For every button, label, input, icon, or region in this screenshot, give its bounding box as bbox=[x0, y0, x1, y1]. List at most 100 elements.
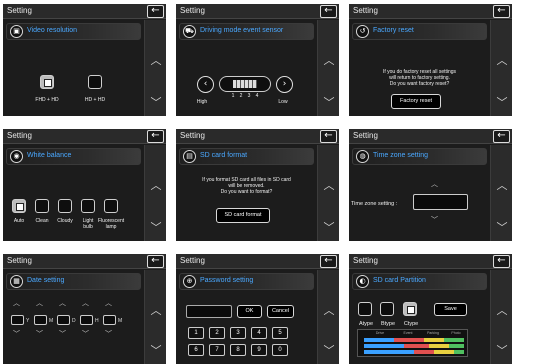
decrement-icon[interactable]: ﹀ bbox=[105, 329, 112, 339]
chevron-up-icon[interactable]: ︿ bbox=[495, 179, 509, 193]
chevron-down-icon[interactable]: ﹀ bbox=[322, 221, 336, 235]
option-ctype[interactable] bbox=[403, 302, 417, 316]
car-icon: ⛟ bbox=[183, 25, 196, 38]
chevron-down-icon[interactable]: ﹀ bbox=[149, 344, 163, 358]
option-btype[interactable] bbox=[380, 302, 394, 316]
lock-icon: ⊕ bbox=[183, 275, 196, 288]
decrement-icon[interactable]: ﹀ bbox=[59, 329, 66, 339]
title-text: Setting bbox=[353, 256, 378, 265]
increment-icon[interactable]: ︿ bbox=[82, 298, 89, 308]
time-zone-field[interactable] bbox=[413, 194, 468, 210]
title-bar: Setting ← bbox=[349, 4, 512, 19]
minute-label: M bbox=[118, 318, 123, 324]
chevron-up-icon[interactable]: ︿ bbox=[322, 54, 336, 68]
section-title: White balance bbox=[27, 152, 72, 159]
option-auto[interactable] bbox=[12, 199, 26, 213]
option-atype[interactable] bbox=[358, 302, 372, 316]
chevron-up-icon[interactable]: ︿ bbox=[495, 304, 509, 318]
keypad-key[interactable]: 0 bbox=[272, 344, 288, 356]
cancel-button[interactable]: Cancel bbox=[267, 305, 294, 318]
back-icon[interactable]: ← bbox=[493, 130, 510, 143]
title-text: Setting bbox=[7, 6, 32, 15]
chevron-down-icon[interactable]: ﹀ bbox=[149, 96, 163, 110]
section-header: ⛟ Driving mode event sensor bbox=[179, 23, 314, 40]
chevron-up-icon[interactable]: ︿ bbox=[322, 304, 336, 318]
chevron-down-icon[interactable]: ﹀ bbox=[495, 221, 509, 235]
scroll-sidebar: ︿ ﹀ bbox=[317, 270, 339, 364]
year-field[interactable] bbox=[11, 315, 24, 325]
day-field[interactable] bbox=[57, 315, 70, 325]
keypad-key[interactable]: 5 bbox=[272, 327, 288, 339]
increment-icon[interactable]: ︿ bbox=[36, 298, 43, 308]
row-c-bar bbox=[364, 350, 464, 354]
keypad-key[interactable]: 4 bbox=[251, 327, 267, 339]
option-label: FHD + HD bbox=[35, 97, 59, 103]
ok-button[interactable]: OK bbox=[237, 305, 262, 318]
password-field[interactable] bbox=[186, 305, 232, 318]
increment-icon[interactable]: ︿ bbox=[105, 298, 112, 308]
back-icon[interactable]: ← bbox=[320, 130, 337, 143]
hour-field[interactable] bbox=[80, 315, 93, 325]
option-fhd-hd[interactable] bbox=[40, 75, 54, 89]
decrement-icon[interactable]: ﹀ bbox=[431, 215, 438, 225]
save-button[interactable]: Save bbox=[434, 303, 467, 316]
increment-icon[interactable]: ︿ bbox=[59, 298, 66, 308]
option-hd-hd[interactable] bbox=[88, 75, 102, 89]
keypad-key[interactable]: 7 bbox=[209, 344, 225, 356]
decrement-icon[interactable]: ﹀ bbox=[13, 329, 20, 339]
keypad-key[interactable]: 6 bbox=[188, 344, 204, 356]
chevron-down-icon[interactable]: ﹀ bbox=[322, 96, 336, 110]
option-clean[interactable] bbox=[35, 199, 49, 213]
title-text: Setting bbox=[180, 6, 205, 15]
chevron-up-icon[interactable]: ︿ bbox=[149, 304, 163, 318]
factory-reset-button[interactable]: Factory reset bbox=[391, 94, 441, 109]
section-title: Password setting bbox=[200, 277, 254, 284]
decrement-icon[interactable]: ﹀ bbox=[36, 329, 43, 339]
chevron-down-icon[interactable]: ﹀ bbox=[495, 344, 509, 358]
back-icon[interactable]: ← bbox=[320, 5, 337, 18]
back-icon[interactable]: ← bbox=[147, 130, 164, 143]
table-head: Event bbox=[403, 331, 413, 335]
chevron-down-icon[interactable]: ﹀ bbox=[149, 221, 163, 235]
keypad-key[interactable]: 3 bbox=[230, 327, 246, 339]
keypad-key[interactable]: 2 bbox=[209, 327, 225, 339]
chevron-up-icon[interactable]: ︿ bbox=[149, 179, 163, 193]
decrease-button[interactable]: ‹ bbox=[197, 76, 214, 93]
keypad-key[interactable]: 9 bbox=[251, 344, 267, 356]
message-line: Do you want factory reset? bbox=[389, 81, 450, 87]
back-icon[interactable]: ← bbox=[147, 255, 164, 268]
panel-driving-mode: Setting ← ⛟ Driving mode event sensor ︿ ﹀ ‹… bbox=[176, 4, 339, 116]
increment-icon[interactable]: ︿ bbox=[431, 179, 438, 189]
option-light-bulb[interactable] bbox=[81, 199, 95, 213]
increase-button[interactable]: › bbox=[276, 76, 293, 93]
increment-icon[interactable]: ︿ bbox=[13, 298, 20, 308]
keypad-key[interactable]: 8 bbox=[230, 344, 246, 356]
keypad-key[interactable]: 1 bbox=[188, 327, 204, 339]
back-icon[interactable]: ← bbox=[147, 5, 164, 18]
table-head: Photo bbox=[451, 331, 461, 335]
option-fluorescent[interactable] bbox=[104, 199, 118, 213]
tick-label: 3 bbox=[247, 93, 251, 99]
month-field[interactable] bbox=[34, 315, 47, 325]
chevron-up-icon[interactable]: ︿ bbox=[149, 54, 163, 68]
type-label: Btype bbox=[380, 321, 396, 327]
sensitivity-slider[interactable] bbox=[219, 76, 271, 92]
chevron-down-icon[interactable]: ﹀ bbox=[322, 344, 336, 358]
option-cloudy[interactable] bbox=[58, 199, 72, 213]
option-label: Fluorescent lamp bbox=[98, 218, 125, 230]
low-label: Low bbox=[278, 99, 288, 105]
scroll-sidebar: ︿ ﹀ bbox=[144, 145, 166, 241]
sd-card-format-button[interactable]: SD card format bbox=[216, 208, 270, 223]
panel-time-zone: Setting ← ◍ Time zone setting ︿ ﹀ ︿ Time zo… bbox=[349, 129, 512, 241]
minute-field[interactable] bbox=[103, 315, 116, 325]
title-bar: Setting ← bbox=[176, 254, 339, 269]
chevron-up-icon[interactable]: ︿ bbox=[322, 179, 336, 193]
decrement-icon[interactable]: ﹀ bbox=[82, 329, 89, 339]
slider-thumb[interactable] bbox=[233, 80, 257, 88]
chevron-down-icon[interactable]: ﹀ bbox=[495, 96, 509, 110]
back-icon[interactable]: ← bbox=[493, 5, 510, 18]
back-icon[interactable]: ← bbox=[493, 255, 510, 268]
section-header: ↺ Factory reset bbox=[352, 23, 487, 40]
back-icon[interactable]: ← bbox=[320, 255, 337, 268]
chevron-up-icon[interactable]: ︿ bbox=[495, 54, 509, 68]
